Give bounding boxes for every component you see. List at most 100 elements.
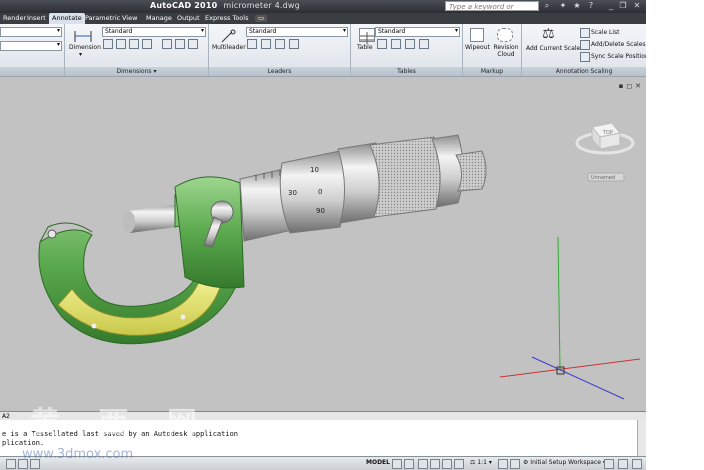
add-delete-scales-icon[interactable] (580, 40, 590, 50)
restore-icon[interactable]: ❐ (618, 1, 628, 11)
linear-dim-icon[interactable] (103, 39, 113, 49)
tab-output[interactable]: Output (174, 13, 203, 24)
minimize-icon[interactable]: _ (606, 1, 616, 11)
ribbon-tabs: Render Insert Annotate Parametric View M… (0, 13, 646, 24)
watermark-url: www.3dmox.com (22, 447, 134, 462)
add-delete-scales-button[interactable]: Add/Delete Scales (591, 41, 646, 48)
search-input[interactable]: Type a keyword or phrase (445, 1, 539, 21)
adjust-space-icon[interactable] (175, 39, 185, 49)
drawing-viewport[interactable]: ▪◻✕ 10 0 90 30 TOP Unnamed (0, 77, 646, 411)
annotation-visibility-icon[interactable] (498, 459, 508, 469)
dimension-icon[interactable] (73, 28, 93, 42)
panel-markup-label: Markup (463, 67, 521, 76)
sync-scale-icon[interactable] (580, 52, 590, 62)
mleader-style-combo[interactable]: Standard (246, 27, 348, 37)
anvil (47, 229, 57, 239)
scale-list-icon[interactable] (580, 28, 590, 38)
add-leader-icon[interactable] (247, 39, 257, 49)
quick-view-drawings-icon[interactable] (404, 459, 414, 469)
svg-text:0: 0 (318, 188, 322, 196)
steering-wheel-icon[interactable] (442, 459, 452, 469)
pad-screw-right (180, 314, 186, 320)
viewcube-face-label: TOP (602, 130, 613, 136)
pad-screw-left (91, 323, 97, 329)
table-icon[interactable] (359, 28, 375, 44)
annotation-scale-label[interactable]: ⚖ 1:1 ▾ (470, 459, 492, 466)
zoom-icon[interactable] (430, 459, 440, 469)
viewport-window-controls[interactable]: ▪◻✕ (619, 82, 644, 90)
quick-view-layouts-icon[interactable] (392, 459, 402, 469)
panel-dimensions-label: Dimensions ▾ (65, 67, 208, 76)
table-style-combo[interactable]: Standard (375, 27, 460, 37)
table-extract-icon[interactable] (391, 39, 401, 49)
wcs-label: Unnamed (591, 175, 615, 181)
add-current-scale-icon[interactable]: ⚖ (542, 27, 556, 41)
continue-dim-icon[interactable] (129, 39, 139, 49)
spindle-end (123, 211, 135, 233)
window-title: AutoCAD 2010 micrometer 4.dwg (150, 1, 300, 10)
aligned-dim-icon[interactable] (116, 39, 126, 49)
align-leader-icon[interactable] (275, 39, 285, 49)
multileader-icon[interactable] (220, 28, 238, 43)
search-icon[interactable]: ⌕ (542, 1, 552, 11)
snap-toggle-icon[interactable] (6, 459, 16, 469)
model-space-button[interactable]: MODEL (366, 459, 390, 466)
ucs-y-axis (557, 236, 561, 370)
close-icon[interactable]: ✕ (632, 1, 642, 11)
panel-leaders: Multileader Standard Leaders (209, 24, 351, 76)
micrometer-model: 10 0 90 30 TOP Unnamed (38, 122, 641, 400)
tab-express-tools[interactable]: Express Tools (202, 13, 251, 24)
add-current-scale-button[interactable]: Add Current Scale (526, 45, 580, 52)
tab-parametric[interactable]: Parametric (82, 13, 123, 24)
tab-manage[interactable]: Manage (143, 13, 175, 24)
title-bar: AutoCAD 2010 micrometer 4.dwg Type a key… (0, 0, 646, 21)
panel-dimensions: Dimension ▾ Standard Dimensions ▾ (65, 24, 209, 76)
table-button[interactable]: Table (357, 44, 373, 51)
app-name: AutoCAD 2010 (150, 1, 218, 10)
panel-markup: Wipeout Revision Cloud Markup (463, 24, 522, 76)
wipeout-icon[interactable] (470, 28, 484, 42)
remove-leader-icon[interactable] (261, 39, 271, 49)
text-style-combo[interactable] (0, 27, 62, 37)
tab-annotate[interactable]: Annotate (49, 13, 85, 24)
tray-settings-icon[interactable] (632, 459, 642, 469)
text-height-combo[interactable] (0, 41, 62, 51)
revcloud-icon[interactable] (497, 28, 513, 42)
quick-dim-icon[interactable] (142, 39, 152, 49)
help-icon[interactable]: ? (586, 1, 596, 11)
sync-scale-button[interactable]: Sync Scale Positions (591, 53, 652, 60)
command-scrollbar[interactable] (637, 420, 646, 456)
scale-list-button[interactable]: Scale List (591, 29, 620, 36)
right-margin (646, 0, 704, 469)
collect-leader-icon[interactable] (289, 39, 299, 49)
dimension-dropdown-icon[interactable]: ▾ (79, 51, 82, 58)
favorites-icon[interactable]: ★ (572, 1, 582, 11)
wipeout-button[interactable]: Wipeout (465, 44, 490, 51)
knurled-grip[interactable] (369, 136, 442, 218)
tab-view[interactable]: View (119, 13, 140, 24)
svg-text:30: 30 (288, 189, 297, 197)
revcloud-button[interactable]: Revision Cloud (493, 44, 519, 58)
jog-line-icon[interactable] (188, 39, 198, 49)
pan-icon[interactable] (418, 459, 428, 469)
workspace-switch[interactable]: ⚙ Initial Setup Workspace ▾ (523, 459, 606, 466)
table-download-icon[interactable] (405, 39, 415, 49)
ribbon-toggle-icon[interactable]: ▭ (255, 15, 268, 22)
lock-ui-icon[interactable] (604, 459, 614, 469)
auto-scale-icon[interactable] (510, 459, 520, 469)
communication-center-icon[interactable]: ✦ (558, 1, 568, 11)
panel-text-label (0, 67, 64, 76)
panel-leaders-label: Leaders (209, 67, 350, 76)
showmotion-icon[interactable] (454, 459, 464, 469)
dimension-style-combo[interactable]: Standard (102, 27, 206, 37)
panel-text-partial (0, 24, 65, 76)
panel-tables-label: Tables (351, 67, 462, 76)
table-link-icon[interactable] (377, 39, 387, 49)
multileader-button[interactable]: Multileader (212, 44, 246, 51)
clean-screen-icon[interactable] (618, 459, 628, 469)
dimension-button[interactable]: Dimension (69, 44, 101, 51)
svg-text:10: 10 (310, 166, 319, 174)
break-dim-icon[interactable] (162, 39, 172, 49)
table-upload-icon[interactable] (419, 39, 429, 49)
tab-insert[interactable]: Insert (24, 13, 49, 24)
